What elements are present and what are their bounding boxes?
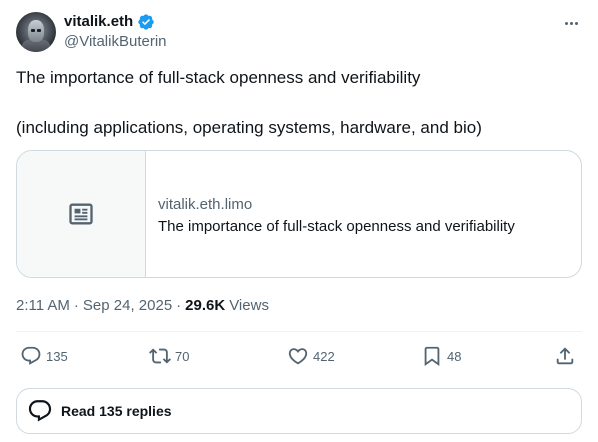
action-bar: 135 70 422 48: [16, 343, 582, 369]
bookmark-icon: [424, 346, 440, 367]
card-info: vitalik.eth.limo The importance of full-…: [146, 151, 515, 277]
share-button[interactable]: [554, 343, 576, 369]
like-button[interactable]: 422: [287, 343, 335, 369]
article-icon: [69, 203, 93, 225]
like-count: 422: [313, 348, 335, 364]
replies-bubble-icon: [28, 400, 52, 422]
reply-count: 135: [46, 348, 68, 364]
link-card[interactable]: vitalik.eth.limo The importance of full-…: [16, 150, 582, 278]
views-count[interactable]: 29.6K: [185, 296, 225, 316]
reply-icon: [21, 346, 41, 365]
verified-badge-icon: [138, 14, 154, 30]
bookmark-count: 48: [447, 348, 462, 364]
bookmark-button[interactable]: 48: [421, 343, 461, 369]
user-handle[interactable]: @VitalikButerin: [64, 33, 167, 51]
tweet-text-line-2: (including applications, operating syste…: [16, 118, 482, 137]
card-domain: vitalik.eth.limo: [158, 196, 253, 213]
reply-button[interactable]: 135: [20, 343, 68, 369]
share-icon: [556, 347, 574, 365]
more-icon[interactable]: [560, 12, 582, 34]
divider: [16, 331, 582, 332]
read-replies-label: Read 135 replies: [61, 403, 172, 419]
display-name[interactable]: vitalik.eth: [64, 13, 133, 31]
tweet-time[interactable]: 2:11 AM: [16, 296, 70, 316]
views-label: Views: [229, 297, 269, 314]
read-replies-button[interactable]: Read 135 replies: [16, 388, 582, 434]
avatar-eye: [37, 29, 41, 32]
tweet-date[interactable]: Sep 24, 2025: [83, 296, 172, 316]
avatar[interactable]: [16, 12, 56, 52]
tweet-text-line-1: The importance of full-stack openness an…: [16, 68, 421, 87]
repost-icon: [149, 348, 171, 364]
name-row: vitalik.eth: [64, 13, 155, 31]
tweet-meta: 2:11 AM · Sep 24, 2025 · 29.6K Views: [16, 296, 269, 316]
repost-count: 70: [175, 348, 190, 364]
like-icon: [288, 348, 308, 365]
separator-dot: ·: [73, 297, 79, 314]
card-thumbnail: [17, 151, 146, 277]
tweet: vitalik.eth @VitalikButerin The importan…: [0, 0, 598, 442]
separator-dot: ·: [176, 297, 182, 314]
card-title: The importance of full-stack openness an…: [158, 218, 515, 235]
repost-button[interactable]: 70: [149, 343, 189, 369]
avatar-eye: [31, 29, 35, 32]
